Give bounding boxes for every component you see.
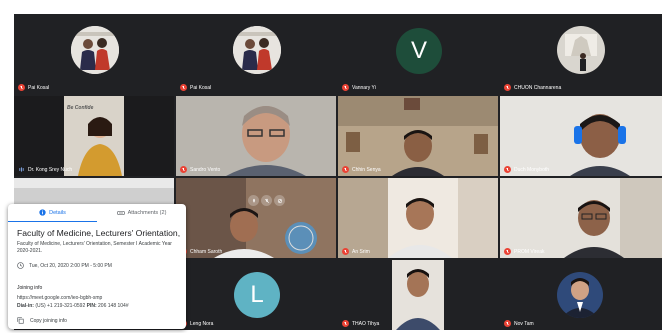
meeting-date: Tue, Oct 20, 2020 2:00 PM - 5:00 PM [17,262,112,269]
joining-info-heading: Joining info [17,285,43,291]
avatar-photo-icon [233,26,281,74]
camera-feed [14,96,174,176]
participant-name: THAO Tihya [342,320,379,327]
card-tabs: Details Attachments (2) [8,204,186,222]
participant-tile[interactable]: V Vannary Yi [338,14,498,94]
slide-text: Be Confide [67,105,94,111]
participant-tile[interactable]: THAO Tihya [338,260,498,330]
pin-icon[interactable] [248,195,259,206]
mic-off-icon [342,320,349,327]
participant-name: Pai Kosal [180,84,211,91]
mic-off-icon [504,248,511,255]
participant-tile[interactable]: L Leng Nora [176,260,336,330]
participant-name: Sandro Vento [180,166,220,173]
attachment-icon [116,211,125,215]
mic-off-icon [180,84,187,91]
participant-name: An Srim [342,248,370,255]
copy-joining-info-button[interactable]: Copy joining info [17,317,67,324]
camera-feed [500,96,662,176]
mic-off-icon [504,84,511,91]
remove-icon[interactable] [274,195,285,206]
avatar-photo-icon [557,272,603,318]
participant-tile[interactable]: Pai Kosal [176,14,336,94]
participant-tile[interactable]: An Srim [338,178,498,258]
tab-attachments[interactable]: Attachments (2) [97,204,186,222]
meeting-title: Faculty of Medicine, Lecturers' Orientat… [17,228,183,238]
tab-details[interactable]: Details [8,204,97,222]
avatar [557,26,605,74]
mic-off-icon [504,320,511,327]
camera-feed [392,260,444,330]
meet-window: Pai Kosal Pai Kosal V Vannary Yi CHUON C… [0,0,665,333]
participant-tile[interactable]: Pai Kosal [14,14,174,94]
participant-tile[interactable]: Nov Tam [500,260,662,330]
avatar-letter: L [234,272,280,318]
participant-tile[interactable]: Chhin Senya [338,96,498,176]
participant-name: Chham Saroth [180,248,222,255]
participant-tile[interactable]: Duch Monyboth [500,96,662,176]
camera-feed [176,96,336,176]
participant-tile[interactable]: Sandro Vento [176,96,336,176]
avatar-photo-icon [557,26,605,74]
tile-controls [248,195,285,206]
camera-feed [176,178,336,258]
mic-off-icon [180,166,187,173]
participant-name: PROM Vireak [504,248,544,255]
camera-feed [338,178,498,258]
participant-name: Vannary Yi [342,84,376,91]
info-icon [39,209,46,216]
camera-feed [500,178,662,258]
mic-off-icon [342,248,349,255]
dial-in-info: Dial-in: (US) +1 219-321-0592 PIN: 206 1… [17,303,129,309]
avatar-photo-icon [71,26,119,74]
avatar [71,26,119,74]
mic-off-icon [504,166,511,173]
camera-feed [338,96,498,176]
participant-name: CHUON Channarena [504,84,561,91]
avatar [557,272,603,318]
participant-tile[interactable]: Chham Saroth [176,178,336,258]
participant-name: Duch Monyboth [504,166,549,173]
participant-tile[interactable]: CHUON Channarena [500,14,662,94]
meeting-link[interactable]: https://meet.google.com/ieo-bgbh-smp [17,295,102,301]
participant-name: Nov Tam [504,320,534,327]
mic-off-icon [18,84,25,91]
mute-icon[interactable] [261,195,272,206]
meeting-description: Faculty of Medicine, Lecturers' Orientat… [17,241,172,254]
speaking-icon [18,166,25,173]
meeting-details-card: Details Attachments (2) Faculty of Medic… [8,204,186,329]
mic-off-icon [342,84,349,91]
avatar [233,26,281,74]
participant-name: Pai Kosal [18,84,49,91]
participant-tile[interactable]: PROM Vireak [500,178,662,258]
participant-name: Chhin Senya [342,166,381,173]
mic-off-icon [342,166,349,173]
participant-tile[interactable]: Be Confide Dr. Kong Srey Nuch [14,96,174,176]
avatar-letter: V [396,28,442,74]
copy-icon [17,317,24,324]
participant-name: Dr. Kong Srey Nuch [18,166,72,173]
clock-icon [17,262,24,269]
